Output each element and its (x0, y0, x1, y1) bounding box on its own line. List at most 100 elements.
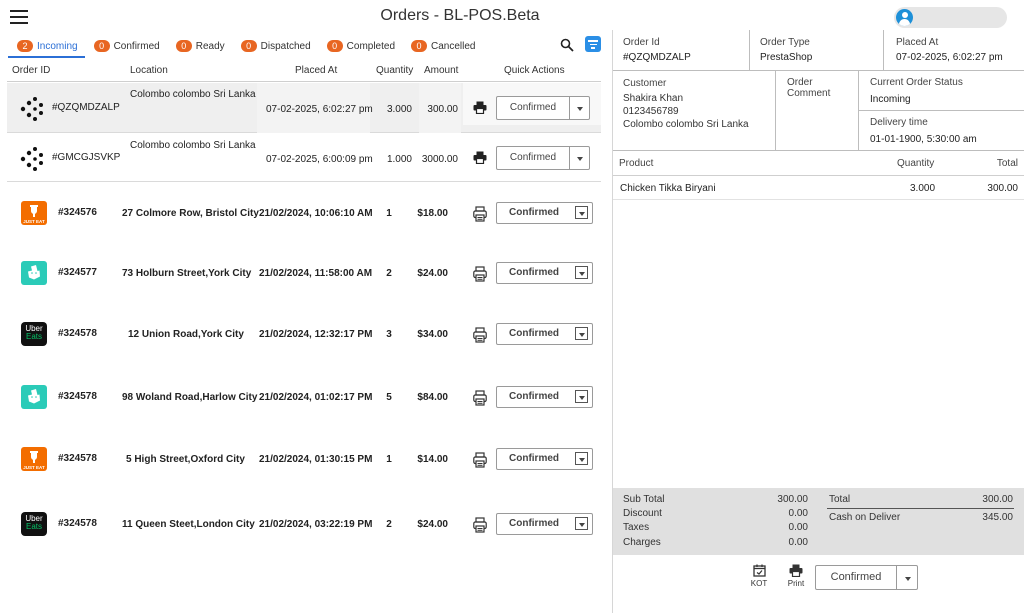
tab-incoming[interactable]: 2 Incoming (8, 34, 85, 58)
search-icon[interactable] (560, 38, 574, 52)
order-status-select[interactable]: Confirmed (496, 513, 593, 535)
products-header: Product Quantity Total (613, 152, 1024, 176)
calendar-icon (752, 564, 766, 577)
delivery-time-field: Delivery time 01-01-1900, 5:30:00 am (870, 117, 977, 145)
logo-text: Eats (25, 332, 42, 341)
chevron-down-icon[interactable] (896, 566, 918, 589)
sub-total-value: 300.00 (777, 494, 808, 505)
print-order-button[interactable] (473, 390, 487, 409)
tab-confirmed[interactable]: 0 Confirmed (85, 34, 167, 58)
chevron-down-icon[interactable] (572, 203, 592, 223)
chevron-down-icon[interactable] (572, 324, 592, 344)
just-eat-logo-icon: JUST EAT (21, 447, 47, 471)
order-status-select[interactable]: Confirmed (496, 146, 590, 170)
order-status-select[interactable]: Confirmed (496, 323, 593, 345)
print-order-button[interactable] (473, 206, 487, 225)
divider (883, 30, 884, 70)
table-row[interactable]: Uber Eats #324578 11 Queen Steet,London Cit… (7, 490, 601, 558)
prestashop-logo-icon (20, 97, 43, 121)
product-row: Chicken Tikka Biryani 3.000 300.00 (613, 176, 1024, 200)
tab-count-badge: 0 (326, 40, 343, 52)
print-button[interactable]: Print (785, 564, 807, 588)
table-row[interactable]: #324578 98 Woland Road,Harlow City 21/02/2… (7, 365, 601, 428)
current-status-field: Current Order Status Incoming (870, 77, 963, 105)
tab-count-badge: 0 (240, 40, 257, 52)
placed-at-field: Placed At 07-02-2025, 6:02:27 pm (896, 37, 1003, 63)
print-order-button[interactable] (473, 151, 487, 167)
order-location: Colombo colombo Sri Lanka (130, 140, 256, 151)
order-amount: $14.00 (417, 454, 448, 465)
kot-button[interactable]: KOT (749, 564, 769, 588)
table-row[interactable]: Uber Eats #324578 12 Union Road,York City 21… (7, 303, 601, 365)
totals-panel: Sub Total 300.00 Discount 0.00 Taxes 0.0… (613, 488, 1024, 555)
order-status-value: Confirmed (509, 267, 559, 278)
printer-icon (473, 151, 487, 165)
order-id-field: Order Id #QZQMDZALP (623, 37, 691, 63)
product-name: Chicken Tikka Biryani (620, 183, 716, 194)
detail-status-select[interactable]: Confirmed (815, 565, 918, 590)
detail-actions: KOT Print Confirmed (613, 558, 1024, 598)
order-amount: 300.00 (427, 104, 458, 115)
deliveroo-logo-icon (21, 385, 47, 409)
print-order-button[interactable] (473, 101, 487, 117)
order-status-select[interactable]: Confirmed (496, 96, 590, 120)
deliveroo-logo-icon (21, 261, 47, 285)
print-order-button[interactable] (473, 452, 487, 471)
order-id-value: #QZQMDZALP (623, 52, 691, 63)
user-menu[interactable] (894, 7, 1007, 28)
order-type-field: Order Type PrestaShop (760, 37, 812, 63)
col-quick-actions: Quick Actions (504, 65, 565, 76)
order-status-select[interactable]: Confirmed (496, 448, 593, 470)
table-row[interactable]: JUST EAT #324578 5 High Street,Oxford City… (7, 428, 601, 490)
order-id-label: Order Id (623, 37, 660, 48)
chevron-down-icon[interactable] (569, 147, 589, 169)
order-id: #QZQMDZALP (52, 102, 120, 113)
divider (613, 70, 1024, 71)
col-amount: Amount (424, 65, 459, 76)
order-id: #324578 (58, 453, 97, 464)
printer-icon (473, 327, 487, 343)
sub-total-label: Sub Total (623, 494, 665, 505)
table-row[interactable]: #QZQMDZALP Colombo colombo Sri Lanka 07-02… (7, 83, 601, 133)
print-order-button[interactable] (473, 327, 487, 346)
order-status-select[interactable]: Confirmed (496, 386, 593, 408)
order-quantity: 3 (386, 329, 392, 340)
orders-panel: 2 Incoming 0 Confirmed 0 Ready 0 Dispatched … (0, 34, 612, 613)
order-status-select[interactable]: Confirmed (496, 262, 593, 284)
product-total: 300.00 (987, 183, 1018, 194)
chevron-down-icon[interactable] (572, 263, 592, 283)
filter-button[interactable] (585, 36, 601, 52)
order-location: 11 Queen Steet,London City (122, 519, 255, 530)
tab-label: Confirmed (113, 40, 160, 52)
order-placed-at: 21/02/2024, 01:02:17 PM (259, 392, 373, 403)
table-row[interactable]: #324577 73 Holburn Street,York City 21/02/… (7, 243, 601, 303)
tab-cancelled[interactable]: 0 Cancelled (402, 34, 482, 58)
col-quantity: Quantity (376, 65, 414, 76)
chevron-down-icon[interactable] (572, 449, 592, 469)
tab-completed[interactable]: 0 Completed (318, 34, 402, 58)
uber-eats-logo-icon: Uber Eats (21, 512, 47, 536)
chevron-down-icon[interactable] (569, 97, 589, 119)
discount-value: 0.00 (788, 508, 808, 519)
chevron-down-icon[interactable] (572, 387, 592, 407)
just-eat-logo-icon: JUST EAT (21, 201, 47, 225)
order-quantity: 3.000 (386, 104, 412, 115)
table-row[interactable]: #GMCGJSVKP Colombo colombo Sri Lanka 07-02… (7, 134, 601, 182)
tab-dispatched[interactable]: 0 Dispatched (232, 34, 318, 58)
print-order-button[interactable] (473, 266, 487, 285)
printer-icon (473, 390, 487, 406)
chevron-down-icon[interactable] (572, 514, 592, 534)
tab-label: Cancelled (431, 40, 476, 52)
order-amount: $34.00 (417, 329, 448, 340)
print-order-button[interactable] (473, 517, 487, 536)
table-row[interactable]: JUST EAT #324576 27 Colmore Row, Bristol C… (7, 183, 601, 243)
logo-text: JUST EAT (23, 219, 45, 224)
order-status-select[interactable]: Confirmed (496, 202, 593, 224)
placed-at-label: Placed At (896, 37, 939, 48)
col-location: Location (130, 65, 168, 76)
taxes-label: Taxes (623, 522, 650, 533)
order-id: #324578 (58, 518, 97, 529)
tab-ready[interactable]: 0 Ready (167, 34, 232, 58)
order-status-value: Confirmed (509, 391, 559, 402)
col-quantity: Quantity (897, 158, 935, 169)
